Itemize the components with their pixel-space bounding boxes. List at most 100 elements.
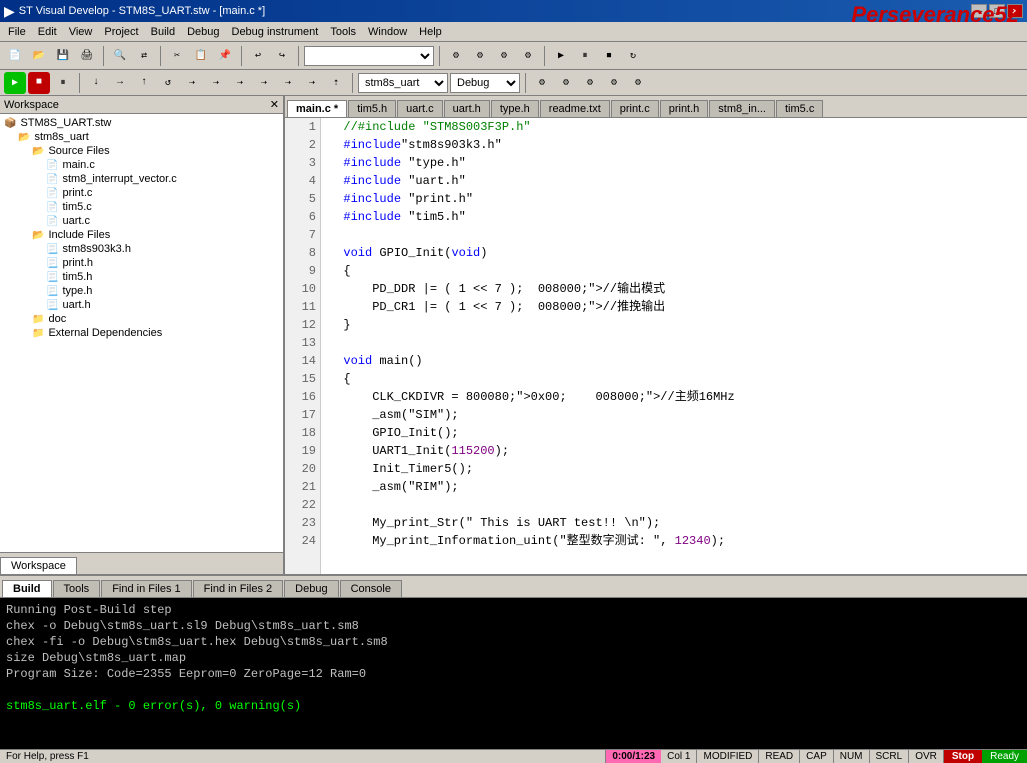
menu-item-debug-instrument[interactable]: Debug instrument bbox=[226, 24, 325, 40]
bottom-tab[interactable]: Tools bbox=[53, 580, 101, 597]
tree-item[interactable]: 📁doc bbox=[2, 312, 281, 326]
editor-tab[interactable]: stm8_in... bbox=[709, 100, 775, 117]
menu-item-tools[interactable]: Tools bbox=[324, 24, 362, 40]
step-out[interactable]: ↑ bbox=[133, 72, 155, 94]
bottom-tab[interactable]: Debug bbox=[284, 580, 338, 597]
status-bar: For Help, press F1 0:00/1:23 Col 1 MODIF… bbox=[0, 749, 1027, 763]
output-line: size Debug\stm8s_uart.map bbox=[6, 650, 1021, 666]
new-file-button[interactable]: 📄 bbox=[4, 45, 26, 67]
menu-item-file[interactable]: File bbox=[2, 24, 32, 40]
menu-item-debug[interactable]: Debug bbox=[181, 24, 225, 40]
print-button[interactable]: 🖨 bbox=[76, 45, 98, 67]
dbg2-7[interactable]: ⇢ bbox=[229, 72, 251, 94]
settings-btn3[interactable]: ⚙ bbox=[579, 72, 601, 94]
tree-icon: 📃 bbox=[46, 272, 58, 283]
bottom-tabs: BuildToolsFind in Files 1Find in Files 2… bbox=[0, 576, 1027, 598]
sidebar-close-btn[interactable]: ✕ bbox=[270, 98, 279, 111]
run-button[interactable]: ▶ bbox=[4, 72, 26, 94]
editor-tab[interactable]: tim5.h bbox=[348, 100, 396, 117]
tree-icon: 📂 bbox=[18, 132, 30, 143]
paste-button[interactable]: 📌 bbox=[214, 45, 236, 67]
editor-area: main.c *tim5.huart.cuart.htype.hreadme.t… bbox=[285, 96, 1027, 574]
config-combo[interactable]: Debug bbox=[450, 73, 520, 93]
dbg2-10[interactable]: ⇢ bbox=[301, 72, 323, 94]
dbg2-8[interactable]: ⇢ bbox=[253, 72, 275, 94]
tree-item[interactable]: 📃print.h bbox=[2, 256, 281, 270]
bottom-tab[interactable]: Build bbox=[2, 580, 52, 597]
save-button[interactable]: 💾 bbox=[52, 45, 74, 67]
dbg-btn7[interactable]: ⏹ bbox=[598, 45, 620, 67]
dbg-btn5[interactable]: ▶ bbox=[550, 45, 572, 67]
step-into[interactable]: ↓ bbox=[85, 72, 107, 94]
tree-item[interactable]: 📄main.c bbox=[2, 158, 281, 172]
editor-tab[interactable]: uart.h bbox=[444, 100, 490, 117]
code-line: My_print_Information_uint("整型数字测试: ", 12… bbox=[329, 532, 1019, 550]
tree-item[interactable]: 📂Source Files bbox=[2, 144, 281, 158]
minimize-button[interactable]: ─ bbox=[971, 4, 987, 18]
tree-item[interactable]: 📦STM8S_UART.stw bbox=[2, 116, 281, 130]
dbg-btn6[interactable]: ⏸ bbox=[574, 45, 596, 67]
tree-icon: 📃 bbox=[46, 300, 58, 311]
debug-btn2[interactable]: ⚙ bbox=[469, 45, 491, 67]
code-content[interactable]: //#include "STM8S003F3P.h" #include"stm8… bbox=[321, 118, 1027, 574]
menu-item-window[interactable]: Window bbox=[362, 24, 413, 40]
redo-button[interactable]: ↪ bbox=[271, 45, 293, 67]
editor-tab[interactable]: tim5.c bbox=[776, 100, 823, 117]
dbg2-5[interactable]: ⇢ bbox=[181, 72, 203, 94]
tree-item[interactable]: 📄stm8_interrupt_vector.c bbox=[2, 172, 281, 186]
dbg-btn8[interactable]: ↻ bbox=[622, 45, 644, 67]
tree-item[interactable]: 📃uart.h bbox=[2, 298, 281, 312]
undo-button[interactable]: ↩ bbox=[247, 45, 269, 67]
debug-btn1[interactable]: ⚙ bbox=[445, 45, 467, 67]
pause-button[interactable]: ⏸ bbox=[52, 72, 74, 94]
menu-item-project[interactable]: Project bbox=[98, 24, 144, 40]
settings-btn4[interactable]: ⚙ bbox=[603, 72, 625, 94]
dbg2-9[interactable]: ⇢ bbox=[277, 72, 299, 94]
bottom-tab[interactable]: Find in Files 1 bbox=[101, 580, 191, 597]
settings-btn1[interactable]: ⚙ bbox=[531, 72, 553, 94]
find-button[interactable]: 🔍 bbox=[109, 45, 131, 67]
target-combo[interactable]: stm8s_uart bbox=[358, 73, 448, 93]
bottom-tab[interactable]: Find in Files 2 bbox=[193, 580, 283, 597]
tree-item[interactable]: 📄print.c bbox=[2, 186, 281, 200]
debug-btn3[interactable]: ⚙ bbox=[493, 45, 515, 67]
tree-item[interactable]: 📁External Dependencies bbox=[2, 326, 281, 340]
workspace-tab[interactable]: Workspace bbox=[0, 557, 77, 574]
step-over[interactable]: → bbox=[109, 72, 131, 94]
editor-tab[interactable]: main.c * bbox=[287, 100, 347, 117]
tree-item[interactable]: 📂stm8s_uart bbox=[2, 130, 281, 144]
cut-button[interactable]: ✂ bbox=[166, 45, 188, 67]
code-line: My_print_Str(" This is UART test!! \n"); bbox=[329, 514, 1019, 532]
tree-item[interactable]: 📃tim5.h bbox=[2, 270, 281, 284]
search-combo[interactable] bbox=[304, 46, 434, 66]
editor-tab[interactable]: print.h bbox=[660, 100, 709, 117]
reset-btn[interactable]: ↺ bbox=[157, 72, 179, 94]
settings-btn5[interactable]: ⚙ bbox=[627, 72, 649, 94]
editor-tab[interactable]: type.h bbox=[491, 100, 539, 117]
dbg2-11[interactable]: ⇡ bbox=[325, 72, 347, 94]
stop-button[interactable]: ■ bbox=[28, 72, 50, 94]
close-button[interactable]: ✕ bbox=[1007, 4, 1023, 18]
tree-item[interactable]: 📄tim5.c bbox=[2, 200, 281, 214]
sep-t2-1 bbox=[79, 73, 80, 93]
dbg2-6[interactable]: ⇢ bbox=[205, 72, 227, 94]
menu-item-build[interactable]: Build bbox=[145, 24, 181, 40]
copy-button[interactable]: 📋 bbox=[190, 45, 212, 67]
menu-item-help[interactable]: Help bbox=[413, 24, 448, 40]
menu-item-view[interactable]: View bbox=[63, 24, 99, 40]
menu-item-edit[interactable]: Edit bbox=[32, 24, 63, 40]
tree-item[interactable]: 📃stm8s903k3.h bbox=[2, 242, 281, 256]
editor-tab[interactable]: readme.txt bbox=[540, 100, 610, 117]
bottom-tab[interactable]: Console bbox=[340, 580, 402, 597]
tree-item[interactable]: 📂Include Files bbox=[2, 228, 281, 242]
tree-item[interactable]: 📃type.h bbox=[2, 284, 281, 298]
editor-tab[interactable]: print.c bbox=[611, 100, 659, 117]
settings-btn2[interactable]: ⚙ bbox=[555, 72, 577, 94]
open-button[interactable]: 📂 bbox=[28, 45, 50, 67]
tree-item[interactable]: 📄uart.c bbox=[2, 214, 281, 228]
replace-button[interactable]: ⇄ bbox=[133, 45, 155, 67]
editor-tab[interactable]: uart.c bbox=[397, 100, 443, 117]
maximize-button[interactable]: □ bbox=[989, 4, 1005, 18]
code-view[interactable]: 123456789101112131415161718192021222324 … bbox=[285, 118, 1027, 574]
debug-btn4[interactable]: ⚙ bbox=[517, 45, 539, 67]
